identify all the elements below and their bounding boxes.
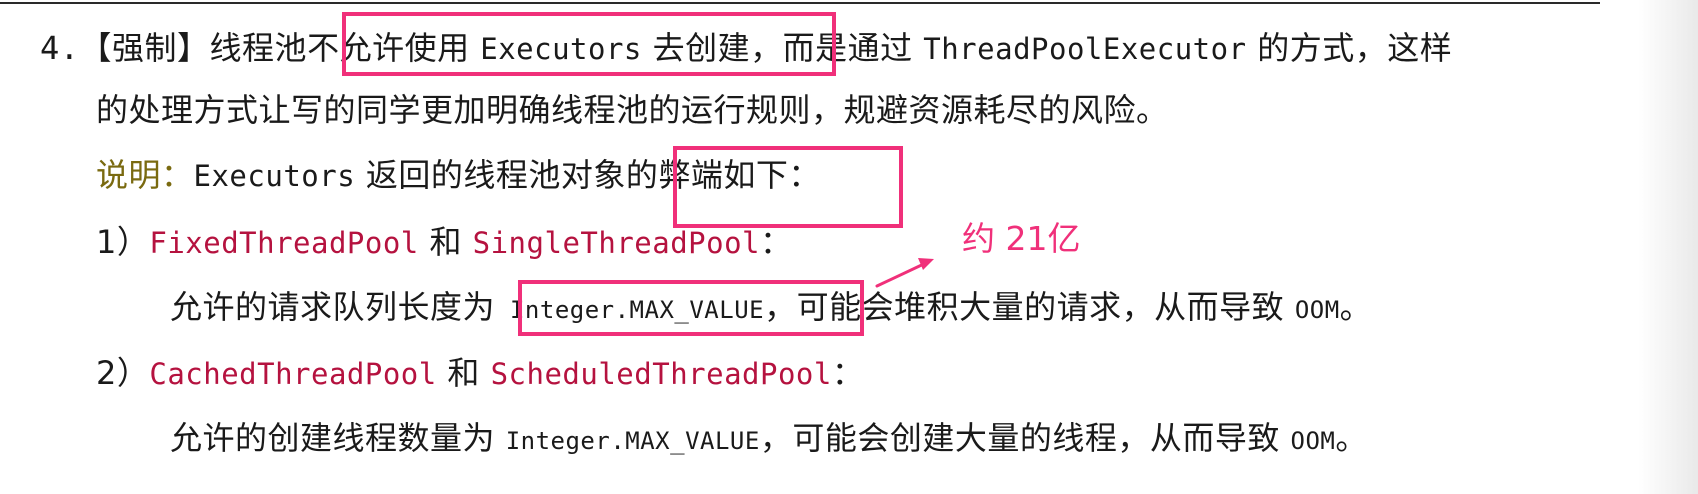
annotation-arrow-icon <box>875 258 934 288</box>
document-page: 4.【强制】线程池不允许使用 Executors 去创建，而是通过 Thread… <box>0 0 1698 494</box>
